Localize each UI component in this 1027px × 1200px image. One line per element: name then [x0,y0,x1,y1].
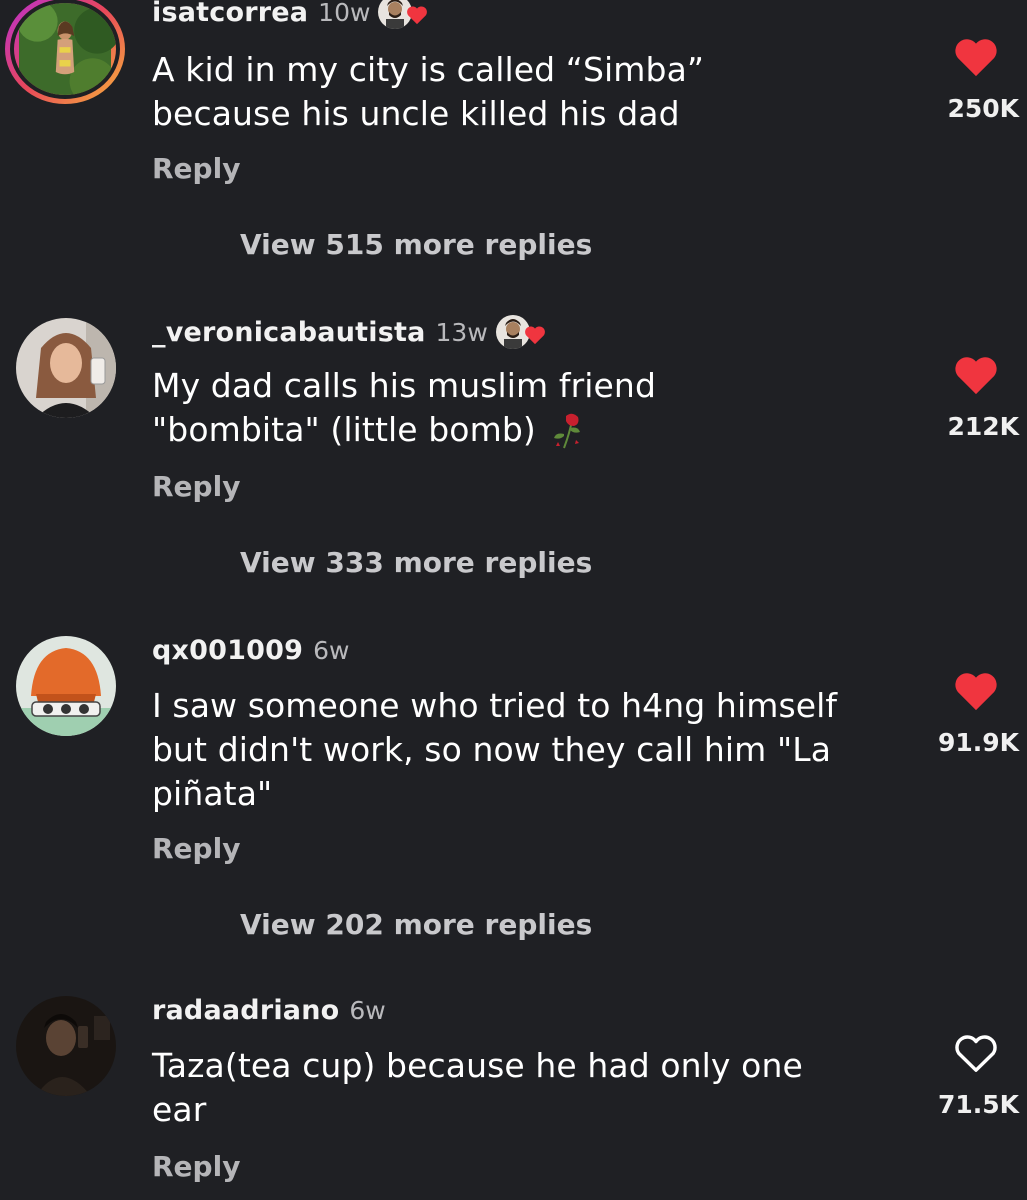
heart-filled-icon[interactable] [953,36,999,78]
comment-line-text: "bombita" (little bomb) [152,410,536,449]
like-control: 91.9K [931,670,1021,757]
comment-line: "bombita" (little bomb) [152,408,912,452]
view-more-replies-button[interactable]: View 515 more replies [240,228,592,261]
timestamp: 6w [313,635,350,665]
like-control: 71.5K [931,1032,1021,1119]
reply-button[interactable]: Reply [152,832,240,865]
comment-text: Taza(tea cup) because he had only one ea… [152,1044,912,1132]
view-more-replies-button[interactable]: View 333 more replies [240,546,592,579]
photo-avatar[interactable] [16,318,116,418]
heart-icon [407,6,428,25]
username[interactable]: _veronicabautista [152,317,426,348]
comment-text: My dad calls his muslim friend "bombita"… [152,364,912,452]
like-count: 71.5K [937,1090,1019,1119]
avatar-image [16,636,116,736]
reply-button[interactable]: Reply [152,470,240,503]
username[interactable]: qx001009 [152,635,303,666]
heart-outline-icon[interactable] [953,1032,999,1074]
comment-text: A kid in my city is called “Simba” becau… [152,48,912,136]
comment-meta: isatcorrea 10w [152,0,430,30]
timestamp: 10w [318,0,371,27]
comment-text: I saw someone who tried to h4ng himself … [152,684,912,816]
comment-line: ear [152,1090,207,1129]
like-control: 212K [931,354,1021,441]
heart-filled-icon[interactable] [953,354,999,396]
comment-line: A kid in my city is called “Simba” [152,50,705,89]
comment-meta: qx001009 6w [152,632,349,668]
creator-liked-badge [378,0,430,30]
timestamp: 13w [435,317,488,347]
comment-line: piñata" [152,774,273,813]
avatar-image [16,318,116,418]
comment-line: My dad calls his muslim friend [152,366,656,405]
comment-meta: _veronicabautista 13w [152,314,548,350]
heart-filled-icon[interactable] [953,670,999,712]
cartoon-avatar[interactable] [16,636,116,736]
wilted-rose-icon [554,413,581,448]
creator-liked-badge [495,314,548,350]
story-ring-avatar[interactable] [5,0,125,104]
comment-line: but didn't work, so now they call him "L… [152,730,832,769]
like-control: 250K [931,36,1021,123]
comment-line: because his uncle killed his dad [152,94,680,133]
timestamp: 6w [349,995,386,1025]
comment-line: Taza(tea cup) because he had only one [152,1046,803,1085]
like-count: 212K [947,412,1019,441]
comment-meta: radaadriano 6w [152,992,386,1028]
heart-icon [524,326,545,345]
reply-button[interactable]: Reply [152,1150,240,1183]
view-more-replies-button[interactable]: View 202 more replies [240,908,592,941]
like-count: 91.9K [937,728,1019,757]
like-count: 250K [947,94,1019,123]
reply-button[interactable]: Reply [152,152,240,185]
avatar-image [16,996,116,1096]
comment-line: I saw someone who tried to h4ng himself [152,686,838,725]
username[interactable]: isatcorrea [152,0,308,28]
comments-feed: isatcorrea 10w A kid in my city is calle… [0,0,1027,1200]
username[interactable]: radaadriano [152,995,339,1026]
avatar-image [17,3,116,95]
photo-avatar[interactable] [16,996,116,1096]
